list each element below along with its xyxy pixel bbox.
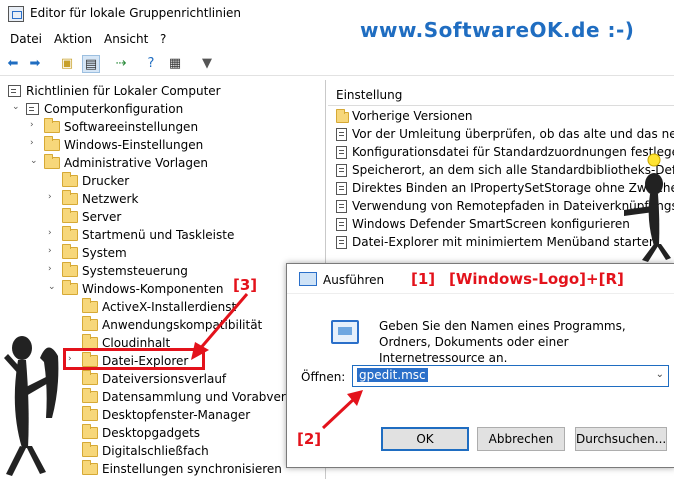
show-tree-icon[interactable]: ▤	[82, 55, 100, 73]
toolbar: ⬅ ➡ ▣ ▤ ⇢ ? ▦ ▼	[0, 52, 674, 76]
export-list-icon[interactable]: ⇢	[112, 55, 130, 73]
chevron-right-icon[interactable]: ›	[30, 120, 34, 130]
forward-arrow-icon[interactable]: ➡	[26, 55, 44, 73]
column-header-einstellung[interactable]: Einstellung	[328, 80, 674, 106]
chevron-down-icon[interactable]: ⌄	[656, 369, 664, 380]
folder-icon	[82, 370, 98, 385]
idea-stick-figure	[624, 153, 671, 262]
folder-icon	[44, 136, 60, 151]
cancel-button[interactable]: Abbrechen	[477, 427, 565, 451]
folder-icon	[82, 388, 98, 403]
folder-icon	[82, 316, 98, 331]
up-folder-icon[interactable]: ▣	[58, 55, 76, 73]
run-program-icon	[331, 320, 359, 344]
chevron-right-icon[interactable]: ›	[48, 264, 52, 274]
folder-icon	[44, 118, 60, 133]
browse-button[interactable]: Durchsuchen...	[575, 427, 667, 451]
filter-icon[interactable]: ▼	[198, 55, 216, 73]
back-arrow-icon[interactable]: ⬅	[4, 55, 22, 73]
folder-icon	[82, 424, 98, 439]
menu-ansicht[interactable]: Ansicht	[104, 32, 148, 46]
folder-icon	[82, 460, 98, 475]
policy-setting-icon	[336, 128, 347, 141]
folder-icon	[62, 262, 78, 277]
chevron-right-icon[interactable]: ›	[48, 192, 52, 202]
policy-setting-icon	[336, 146, 347, 159]
menu-aktion[interactable]: Aktion	[54, 32, 92, 46]
properties-icon[interactable]: ▦	[166, 55, 184, 73]
folder-icon	[82, 442, 98, 457]
computer-icon	[26, 103, 39, 115]
dialog-title: Ausführen	[323, 273, 385, 287]
folder-icon	[44, 154, 60, 169]
policy-setting-icon	[336, 218, 347, 231]
chevron-right-icon[interactable]: ›	[30, 138, 34, 148]
gpedit-app-icon	[8, 6, 24, 22]
menu-help[interactable]: ?	[160, 32, 166, 46]
chevron-down-icon[interactable]: ⌄	[12, 102, 20, 112]
folder-icon	[82, 406, 98, 421]
arrow-annotation-3	[191, 293, 249, 360]
chevron-down-icon[interactable]: ⌄	[48, 282, 56, 292]
annotation-2: [2]	[297, 430, 322, 448]
dialog-description: Geben Sie den Namen eines Programms, Ord…	[379, 319, 626, 365]
run-dialog: Ausführen [1] [Windows-Logo]+[R] Geben S…	[286, 263, 674, 468]
annotation-1: [1]	[411, 270, 436, 288]
help-icon[interactable]: ?	[142, 55, 160, 73]
stick-figure-illustration	[4, 336, 59, 476]
brand-watermark: www.SoftwareOK.de :-)	[360, 18, 635, 42]
folder-icon	[62, 226, 78, 241]
annotation-1-text: [Windows-Logo]+[R]	[449, 270, 624, 288]
folder-icon	[82, 298, 98, 313]
policy-setting-icon	[336, 182, 347, 195]
dialog-title-bar: Ausführen [1] [Windows-Logo]+[R]	[287, 264, 674, 294]
folder-icon	[62, 190, 78, 205]
folder-icon	[336, 109, 349, 123]
open-input[interactable]: gpedit.msc ⌄	[352, 365, 669, 387]
chevron-down-icon[interactable]: ⌄	[30, 156, 38, 166]
policy-setting-icon	[336, 236, 347, 249]
chevron-right-icon[interactable]: ›	[48, 228, 52, 238]
ok-button[interactable]: OK	[381, 427, 469, 451]
arrow-annotation-2	[321, 390, 363, 430]
policy-setting-icon	[336, 164, 347, 177]
highlight-datei-explorer	[63, 348, 205, 370]
folder-icon	[62, 172, 78, 187]
folder-icon	[62, 244, 78, 259]
folder-icon	[62, 280, 78, 295]
window-title: Editor für lokale Gruppenrichtlinien	[30, 6, 242, 20]
chevron-right-icon[interactable]: ›	[48, 246, 52, 256]
open-label: Öffnen:	[301, 370, 346, 384]
folder-icon	[62, 208, 78, 223]
computer-icon	[8, 85, 21, 97]
policy-setting-icon	[336, 200, 347, 213]
menu-datei[interactable]: Datei	[10, 32, 42, 46]
run-icon	[299, 272, 317, 286]
